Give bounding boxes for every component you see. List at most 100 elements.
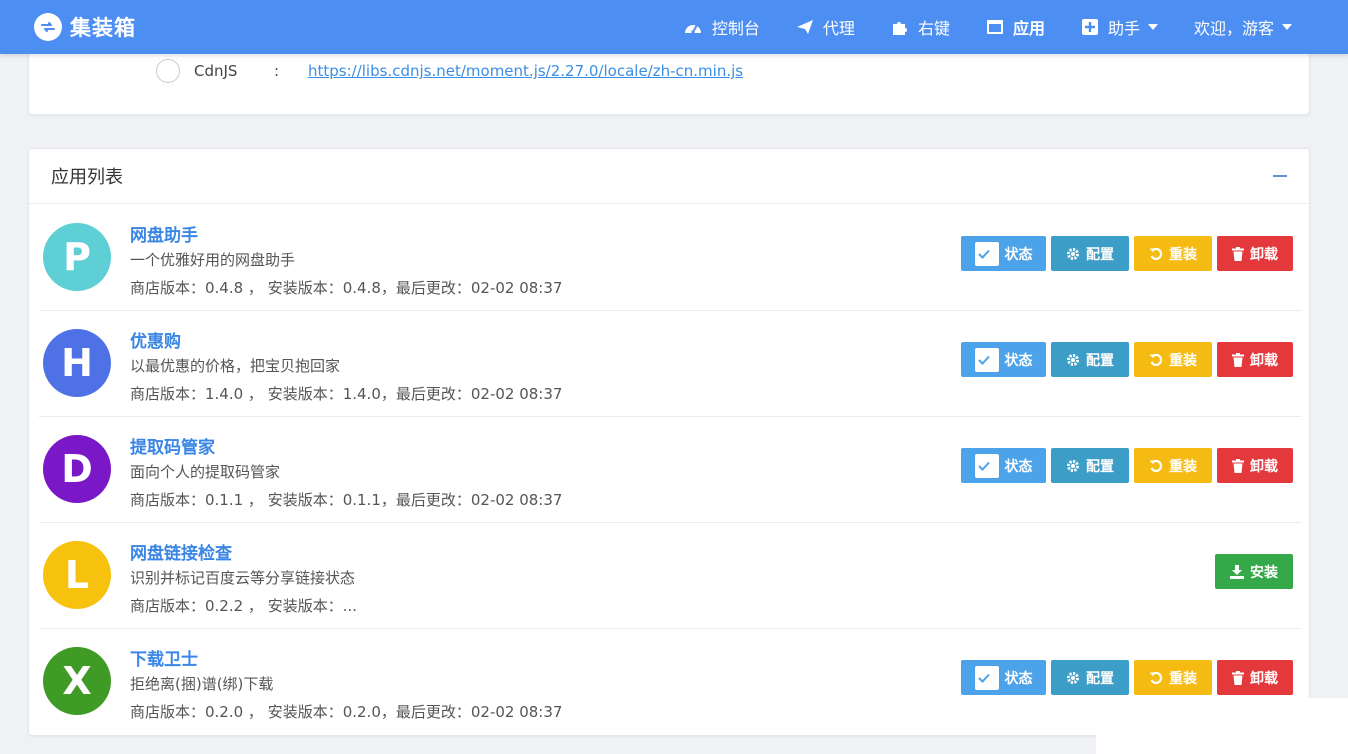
config-button[interactable]: 配置 xyxy=(1051,236,1129,271)
nav-right-click-label: 右键 xyxy=(917,19,950,38)
app-version-info: 商店版本：0.4.8 ， 安装版本：0.4.8，最后更改：02-02 08:37 xyxy=(130,279,563,297)
app-row-pan-helper: P 网盘助手 一个优雅好用的网盘助手 商店版本：0.4.8 ， 安装版本：0.4… xyxy=(39,205,1301,311)
status-label: 状态 xyxy=(1004,670,1033,687)
gear-icon xyxy=(1067,671,1079,684)
nav-helper-dropdown[interactable]: 助手 xyxy=(1081,15,1158,39)
app-actions: 状态 配置 重装 卸载 xyxy=(956,660,1293,695)
status-button[interactable]: 状态 xyxy=(961,660,1046,695)
install-label: 安装 xyxy=(1250,564,1278,581)
reinstall-button[interactable]: 重装 xyxy=(1134,660,1212,695)
reinstall-button[interactable]: 重装 xyxy=(1134,448,1212,483)
checkbox-icon xyxy=(974,453,999,478)
reinstall-label: 重装 xyxy=(1169,352,1197,369)
uninstall-label: 卸载 xyxy=(1250,670,1278,687)
config-button[interactable]: 配置 xyxy=(1051,342,1129,377)
trash-icon xyxy=(1232,458,1244,473)
nav-dashboard[interactable]: 控制台 xyxy=(683,15,760,39)
status-button[interactable]: 状态 xyxy=(961,448,1046,483)
app-actions: 状态 配置 重装 卸载 xyxy=(956,236,1293,271)
container-logo-icon xyxy=(34,13,62,41)
nav-proxy-label: 代理 xyxy=(822,19,855,38)
app-description: 识别并标记百度云等分享链接状态 xyxy=(130,569,356,587)
reinstall-label: 重装 xyxy=(1169,246,1197,263)
welcome-text: 欢迎，游客 xyxy=(1193,19,1274,38)
nav-dashboard-label: 控制台 xyxy=(711,19,760,38)
app-name[interactable]: 下载卫士 xyxy=(130,645,198,670)
gear-icon xyxy=(1067,353,1079,366)
uninstall-label: 卸载 xyxy=(1250,458,1278,475)
dashboard-icon xyxy=(684,24,701,34)
app-list-card: 应用列表 P 网盘助手 一个优雅好用的网盘助手 商店版本：0.4.8 ， 安装版… xyxy=(28,148,1310,736)
brand[interactable]: 集装箱 xyxy=(34,12,136,42)
status-button[interactable]: 状态 xyxy=(961,236,1046,271)
app-avatar: X xyxy=(43,647,111,715)
uninstall-button[interactable]: 卸载 xyxy=(1217,448,1293,483)
gear-icon xyxy=(1067,459,1079,472)
nav-apps[interactable]: 应用 xyxy=(986,15,1045,39)
app-name[interactable]: 网盘链接检查 xyxy=(130,539,232,564)
app-actions: 状态 配置 重装 卸载 xyxy=(956,448,1293,483)
app-name[interactable]: 网盘助手 xyxy=(130,221,198,246)
nav-apps-label: 应用 xyxy=(1012,19,1045,38)
nav-helper-label: 助手 xyxy=(1107,19,1140,38)
app-avatar: H xyxy=(43,329,111,397)
app-actions: 安装 xyxy=(1210,554,1293,589)
config-button[interactable]: 配置 xyxy=(1051,660,1129,695)
brand-name: 集装箱 xyxy=(70,16,136,40)
plus-square-icon xyxy=(1081,19,1098,35)
config-button[interactable]: 配置 xyxy=(1051,448,1129,483)
undo-icon xyxy=(1149,459,1163,472)
status-button[interactable]: 状态 xyxy=(961,342,1046,377)
collapse-minus-icon[interactable] xyxy=(1273,175,1287,177)
uninstall-button[interactable]: 卸载 xyxy=(1217,342,1293,377)
config-label: 配置 xyxy=(1086,352,1114,369)
window-icon xyxy=(986,20,1003,34)
app-description: 拒绝离(捆)谱(绑)下载 xyxy=(130,675,274,693)
nav-proxy[interactable]: 代理 xyxy=(796,15,855,39)
app-version-info: 商店版本：0.2.0 ， 安装版本：0.2.0，最后更改：02-02 08:37 xyxy=(130,703,563,721)
app-description: 面向个人的提取码管家 xyxy=(130,463,281,481)
app-version-info: 商店版本：0.2.2 ， 安装版本：... xyxy=(130,597,358,615)
paper-plane-icon xyxy=(796,20,813,34)
undo-icon xyxy=(1149,247,1163,260)
checkbox-icon xyxy=(974,665,999,690)
caret-down-icon xyxy=(1282,24,1292,30)
app-name[interactable]: 提取码管家 xyxy=(130,433,215,458)
screenshot-corner xyxy=(1096,698,1348,754)
trash-icon xyxy=(1232,670,1244,685)
app-version-info: 商店版本：1.4.0 ， 安装版本：1.4.0，最后更改：02-02 08:37 xyxy=(130,385,563,403)
cdn-url-link[interactable]: https://libs.cdnjs.net/moment.js/2.27.0/… xyxy=(308,62,743,80)
app-version-info: 商店版本：0.1.1 ， 安装版本：0.1.1，最后更改：02-02 08:37 xyxy=(130,491,563,509)
checkbox-icon xyxy=(974,241,999,266)
reinstall-button[interactable]: 重装 xyxy=(1134,342,1212,377)
uninstall-button[interactable]: 卸载 xyxy=(1217,660,1293,695)
undo-icon xyxy=(1149,353,1163,366)
puzzle-icon xyxy=(892,22,907,35)
reinstall-label: 重装 xyxy=(1169,670,1197,687)
config-label: 配置 xyxy=(1086,458,1114,475)
app-row-link-checker: L 网盘链接检查 识别并标记百度云等分享链接状态 商店版本：0.2.2 ， 安装… xyxy=(39,523,1301,629)
app-avatar: P xyxy=(43,223,111,291)
nav-right-click[interactable]: 右键 xyxy=(891,15,950,39)
app-list-header: 应用列表 xyxy=(29,149,1309,204)
app-row-coupon: H 优惠购 以最优惠的价格，把宝贝抱回家 商店版本：1.4.0 ， 安装版本：1… xyxy=(39,311,1301,417)
user-menu-dropdown[interactable]: 欢迎，游客 xyxy=(1194,15,1292,39)
trash-icon xyxy=(1232,246,1244,261)
app-avatar: D xyxy=(43,435,111,503)
cdn-radio[interactable] xyxy=(156,59,180,83)
undo-icon xyxy=(1149,671,1163,684)
trash-icon xyxy=(1232,352,1244,367)
download-icon xyxy=(1230,564,1244,579)
reinstall-label: 重装 xyxy=(1169,458,1197,475)
install-button[interactable]: 安装 xyxy=(1215,554,1293,589)
app-description: 以最优惠的价格，把宝贝抱回家 xyxy=(130,357,341,375)
uninstall-button[interactable]: 卸载 xyxy=(1217,236,1293,271)
status-label: 状态 xyxy=(1004,352,1033,369)
cdn-option-row: CdnJS : https://libs.cdnjs.net/moment.js… xyxy=(156,59,743,83)
app-name[interactable]: 优惠购 xyxy=(130,327,181,352)
app-actions: 状态 配置 重装 卸载 xyxy=(956,342,1293,377)
config-label: 配置 xyxy=(1086,670,1114,687)
top-navbar: 集装箱 控制台 代理 右键 应用 助手 欢迎，游客 xyxy=(0,0,1348,54)
reinstall-button[interactable]: 重装 xyxy=(1134,236,1212,271)
config-label: 配置 xyxy=(1086,246,1114,263)
